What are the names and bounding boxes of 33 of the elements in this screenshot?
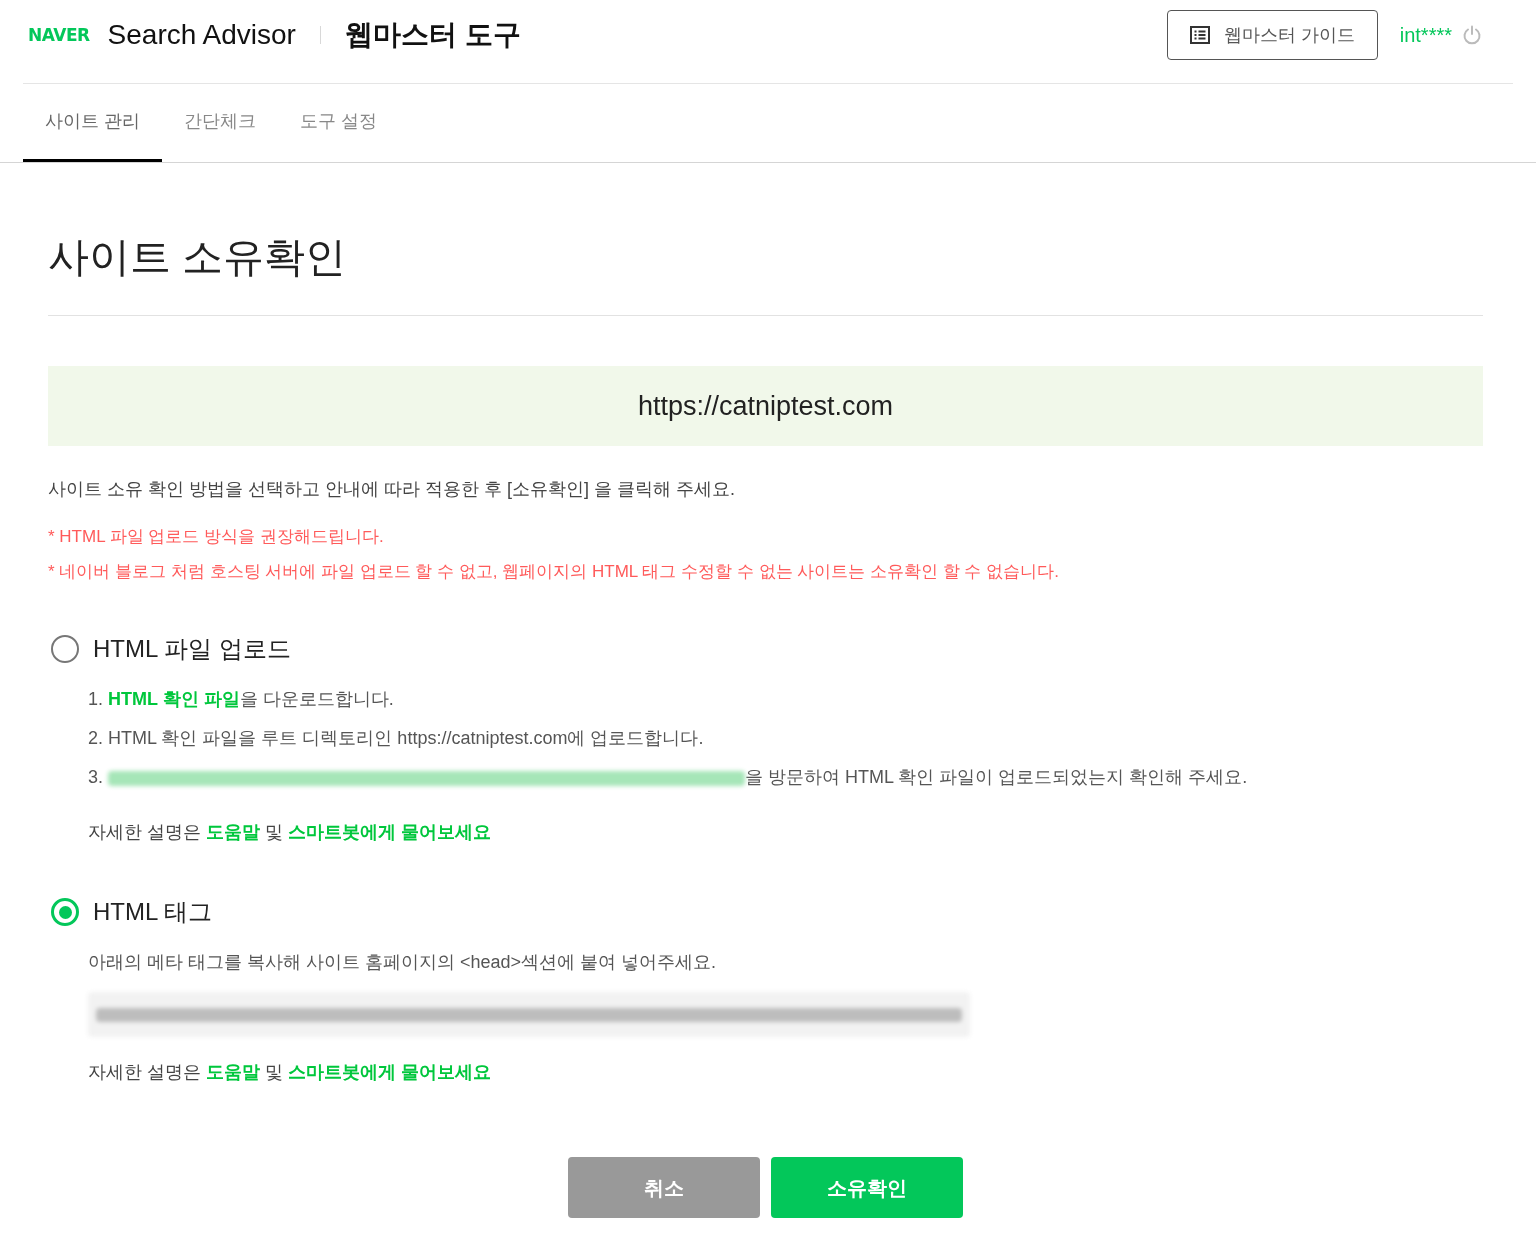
radio-button[interactable] [51,898,79,926]
confirm-button[interactable]: 소유확인 [771,1157,963,1218]
user-id-link[interactable]: int**** [1399,20,1452,50]
list-icon [1189,26,1210,44]
inline-link[interactable]: 스마트봇에게 물어보세요 [288,822,492,842]
step-text: 3. 을 방문하여 HTML 확인 파일이 업로드되었는지 확인해 주세요. [88,766,1249,789]
help-text: 자세한 설명은 도움말 및 스마트봇에게 물어보세요 [88,1061,493,1084]
nav-tab[interactable]: 간단체크 [162,84,278,162]
cancel-button[interactable]: 취소 [568,1157,760,1218]
section-title: 웹마스터 도구 [344,21,521,49]
step-text: 2. HTML 확인 파일을 루트 디렉토리인 https://catniptest.com에 업로드합니다. [88,727,705,750]
power-icon[interactable] [1462,25,1482,45]
inline-link[interactable]: 도움말 [206,1062,260,1082]
help-text: 자세한 설명은 도움말 및 스마트봇에게 물어보세요 [88,821,493,844]
step-text: 1. HTML 확인 파일을 다운로드합니다. [88,688,395,711]
site-url-banner: https://catniptest.com [48,366,1483,446]
product-name: Search Advisor [107,21,296,49]
inline-link[interactable]: 도움말 [206,822,260,842]
nav-tab[interactable]: 사이트 관리 [23,84,162,162]
inline-link[interactable]: HTML 확인 파일 [108,689,240,709]
description-text: 아래의 메타 태그를 복사해 사이트 홈페이지의 <head>섹션에 붙여 넣어주세요. [88,951,718,974]
guide-button[interactable]: 웹마스터 가이드 [1166,10,1378,60]
nav-tab[interactable]: 도구 설정 [278,84,400,162]
inline-link[interactable]: 스마트봇에게 물어보세요 [288,1062,492,1082]
radio-button[interactable] [51,635,79,663]
naver-logo[interactable]: NAVER [28,26,90,44]
warning-note: * 네이버 블로그 처럼 호스팅 서버에 파일 업로드 할 수 없고, 웹페이지의 HTML 태그 수정할 수 없는 사이트는 소유확인 할 수 없습니다. [48,561,1060,583]
method-title: HTML 파일 업로드 [93,634,291,664]
blurred-link[interactable] [108,770,746,786]
instruction-text: 사이트 소유 확인 방법을 선택하고 안내에 따라 적용한 후 [소유확인] 을 클릭해 주세요. [48,478,736,501]
warning-note: * HTML 파일 업로드 방식을 권장해드립니다. [48,526,385,548]
page-title: 사이트 소유확인 [48,233,348,282]
method-title: HTML 태그 [93,897,213,927]
